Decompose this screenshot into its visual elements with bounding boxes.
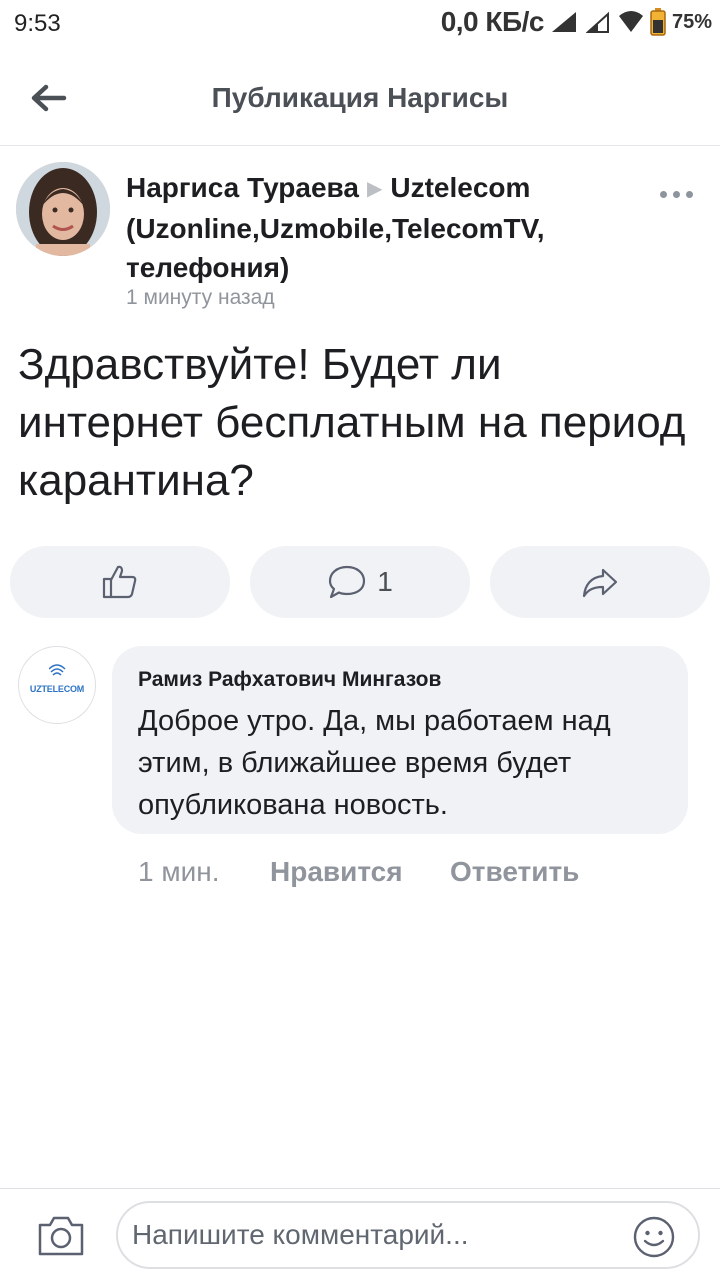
camera-icon — [38, 1216, 84, 1256]
share-button[interactable] — [490, 546, 710, 618]
more-options-button[interactable] — [660, 184, 700, 204]
battery-icon — [650, 8, 666, 36]
comment-like-link[interactable]: Нравится — [270, 856, 403, 888]
page-title: Публикация Наргисы — [211, 82, 509, 113]
comment-author[interactable]: Рамиз Рафхатович Мингазов — [138, 668, 441, 692]
comment-reply-link[interactable]: Ответить — [450, 856, 579, 888]
emoji-icon — [633, 1216, 675, 1258]
status-time: 9:53 — [14, 10, 61, 37]
signal-icon — [551, 12, 576, 32]
signal-2-icon — [585, 11, 609, 33]
comment-input[interactable] — [116, 1201, 700, 1269]
dot-icon — [673, 190, 680, 198]
triangle-right-icon: ▶ — [366, 178, 383, 200]
emoji-button[interactable] — [632, 1215, 676, 1259]
post-author-line: Наргиса Тураева ▶ Uztelecom (Uzonline,Uzmo… — [126, 168, 596, 287]
like-button[interactable] — [10, 546, 230, 618]
uztelecom-logo-text: UZTELECOM — [29, 684, 85, 694]
battery-percent: 75% — [671, 10, 712, 33]
comment-composer — [0, 1188, 720, 1281]
dot-icon — [660, 190, 667, 198]
commenter-avatar[interactable]: UZTELECOM — [18, 646, 96, 724]
app-header: Публикация Наргисы — [0, 50, 720, 146]
dot-icon — [686, 190, 693, 198]
comment-icon — [329, 565, 366, 599]
post-timestamp: 1 минуту назад — [126, 286, 275, 309]
author-name[interactable]: Наргиса Тураева — [126, 172, 359, 203]
comment-count: 1 — [377, 566, 393, 597]
comment-bubble: Рамиз Рафхатович Мингазов Доброе утро. Д… — [112, 646, 688, 834]
network-speed: 0,0 КБ/с — [440, 6, 545, 37]
post-body: Здравствуйте! Будет ли интернет бесплатн… — [18, 340, 686, 505]
comment-text: Доброе утро. Да, мы работаем над этим, в… — [138, 705, 611, 821]
status-right: 0,0 КБ/с 75% — [441, 6, 712, 38]
wifi-icon — [618, 11, 643, 32]
comment-button[interactable]: 1 — [250, 546, 470, 618]
comment-time: 1 мин. — [138, 856, 220, 887]
thumbs-up-icon — [102, 565, 137, 599]
status-bar: 9:53 0,0 КБ/с 75% — [0, 0, 720, 50]
wifi-logo-icon — [49, 664, 66, 676]
camera-button[interactable] — [36, 1213, 86, 1259]
author-avatar[interactable] — [16, 162, 110, 256]
share-icon — [582, 568, 618, 598]
avatar-photo — [16, 162, 110, 256]
